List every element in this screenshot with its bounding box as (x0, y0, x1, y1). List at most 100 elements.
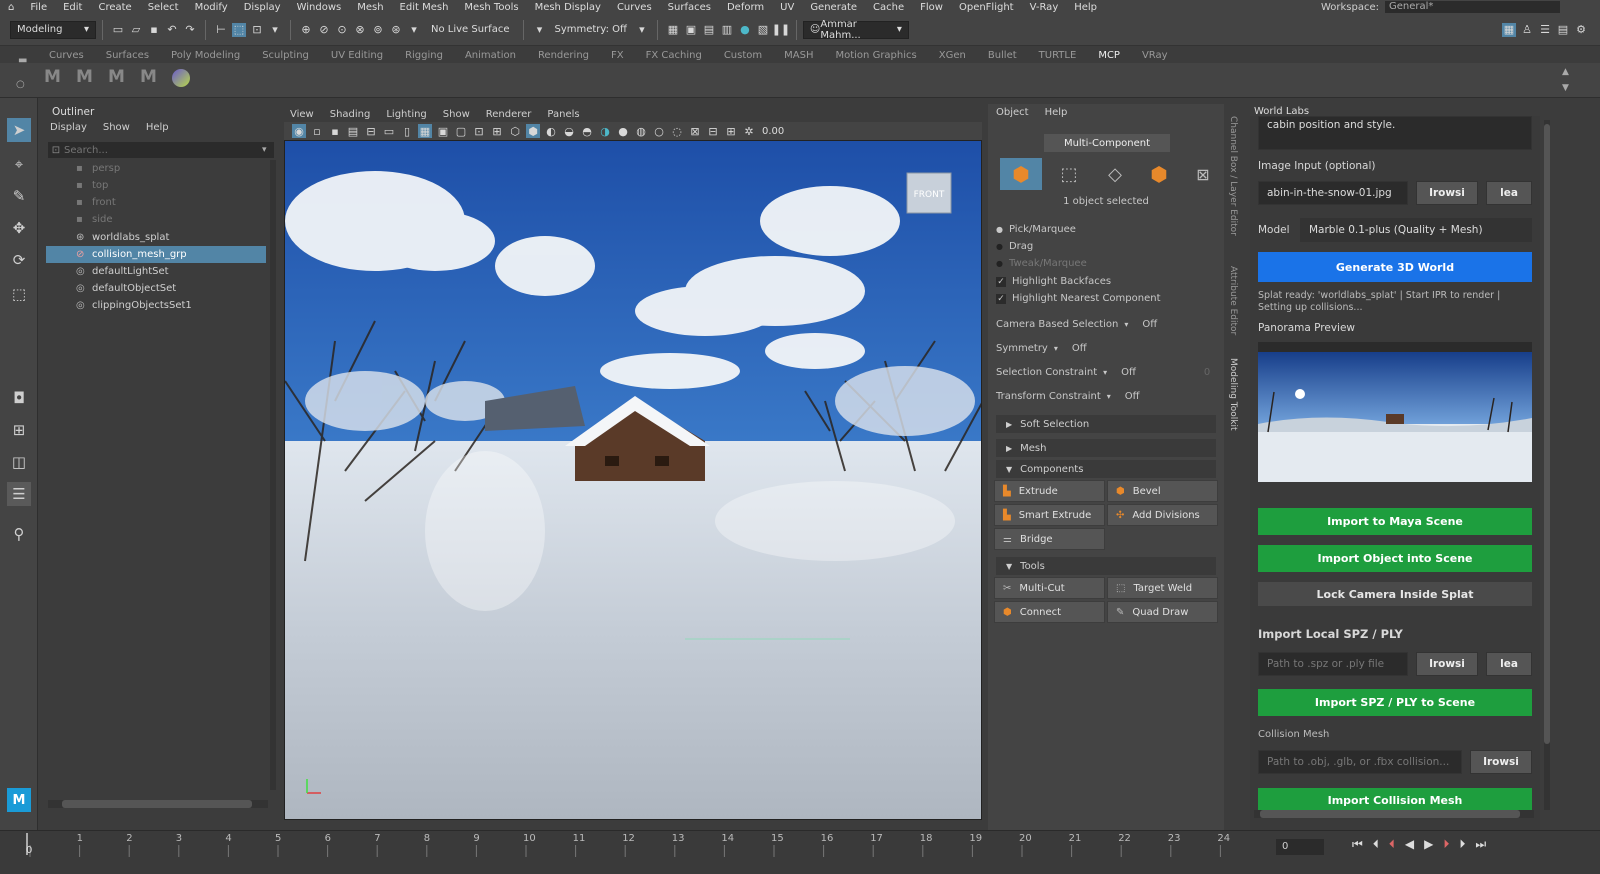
shelf-tab-uv-editing[interactable]: UV Editing (320, 50, 394, 61)
attribute-editor-tab[interactable]: Attribute Editor (1228, 266, 1238, 335)
scrollbar-thumb[interactable] (1260, 810, 1520, 818)
viewport-menu-show[interactable]: Show (443, 109, 470, 120)
outliner-menu-display[interactable]: Display (50, 122, 87, 133)
menu-vray[interactable]: V-Ray (1022, 2, 1067, 13)
outliner-item-default-object-set[interactable]: ◎ defaultObjectSet (46, 280, 266, 297)
redo-icon[interactable]: ↷ (183, 23, 197, 37)
mcp-shelf-button-1[interactable]: M (44, 67, 62, 87)
step-back-key-icon[interactable]: ⏴ (1373, 837, 1379, 852)
connect-button[interactable]: ⬢ Connect (994, 601, 1105, 623)
toolkit-menu-object[interactable]: Object (996, 107, 1029, 118)
outliner-horizontal-scrollbar[interactable] (48, 800, 268, 808)
shelf-tab-sculpting[interactable]: Sculpting (251, 50, 320, 61)
viewport-menu-lighting[interactable]: Lighting (386, 109, 426, 120)
ambient-occlusion-icon[interactable]: ● (616, 124, 630, 138)
select-object-icon[interactable]: ⬚ (232, 22, 246, 37)
chevron-down-icon[interactable]: ▾ (635, 23, 649, 37)
outliner-menu-help[interactable]: Help (146, 122, 169, 133)
menu-generate[interactable]: Generate (802, 2, 865, 13)
history-icon[interactable]: ▦ (666, 23, 680, 37)
vertex-mode-icon[interactable]: ⬚ (1048, 158, 1090, 190)
workspace-dropdown[interactable]: General* (1385, 1, 1560, 13)
import-to-maya-scene-button[interactable]: Import to Maya Scene (1258, 508, 1532, 535)
view-cube-label[interactable]: FRONT (914, 190, 945, 200)
outliner-vertical-scrollbar[interactable] (270, 160, 276, 790)
collision-browse-button[interactable]: Irowsi (1470, 750, 1532, 774)
safe-action-icon[interactable]: ⊡ (472, 124, 486, 138)
attribute-editor-icon[interactable]: ☰ (1538, 23, 1552, 37)
snap-point-icon[interactable]: ⊙ (335, 23, 349, 37)
highlight-nearest-checkbox[interactable]: ✓ Highlight Nearest Component (996, 293, 1161, 304)
outliner-item-clipping-objects-set[interactable]: ◎ clippingObjectsSet1 (46, 297, 266, 314)
shelf-tab-surfaces[interactable]: Surfaces (95, 50, 160, 61)
collision-path-field[interactable]: Path to .obj, .glb, or .fbx collision... (1258, 750, 1462, 774)
worldlabs-shelf-icon[interactable] (172, 69, 190, 87)
import-collision-mesh-button[interactable]: Import Collision Mesh (1258, 788, 1532, 812)
add-divisions-button[interactable]: ✣ Add Divisions (1107, 504, 1218, 526)
menu-help[interactable]: Help (1066, 2, 1105, 13)
menu-create[interactable]: Create (90, 2, 139, 13)
3d-viewport[interactable]: FRONT (284, 140, 982, 820)
object-mode-icon[interactable]: ⬢ (1000, 158, 1042, 190)
shelf-menu-icon[interactable]: ▬ (18, 55, 27, 66)
bookmark-icon[interactable]: ▪ (328, 124, 342, 138)
outliner-menu-show[interactable]: Show (103, 122, 130, 133)
drag-option[interactable]: ● Drag (996, 241, 1033, 252)
menu-edit-mesh[interactable]: Edit Mesh (392, 2, 457, 13)
menu-select[interactable]: Select (140, 2, 187, 13)
toolkit-menu-help[interactable]: Help (1045, 107, 1068, 118)
mcp-shelf-button-3[interactable]: M (108, 67, 126, 87)
menu-openflight[interactable]: OpenFlight (951, 2, 1022, 13)
lasso-tool-icon[interactable]: ⌖ (7, 152, 31, 176)
wireframe-on-shaded-icon[interactable]: ◐ (544, 124, 558, 138)
symmetry-row[interactable]: Symmetry ▾ Off (996, 343, 1087, 354)
menu-modify[interactable]: Modify (187, 2, 236, 13)
save-scene-icon[interactable]: ▪ (147, 23, 161, 37)
select-tool-icon[interactable]: ➤ (7, 118, 31, 142)
select-component-icon[interactable]: ⊡ (250, 23, 264, 37)
snap-vertex-icon[interactable]: ⊛ (389, 23, 403, 37)
viewport-menu-renderer[interactable]: Renderer (486, 109, 532, 120)
render-frame-icon[interactable]: ▣ (684, 23, 698, 37)
snap-grid-icon[interactable]: ⊕ (299, 23, 313, 37)
image-plane-icon[interactable]: ▤ (346, 124, 360, 138)
menu-surfaces[interactable]: Surfaces (660, 2, 719, 13)
multi-cut-button[interactable]: ✂ Multi-Cut (994, 577, 1105, 599)
render-settings-icon[interactable]: ▥ (720, 23, 734, 37)
wireframe-icon[interactable]: ⬡ (508, 124, 522, 138)
bevel-button[interactable]: ⬢ Bevel (1107, 480, 1218, 502)
isolate-select-icon[interactable]: ⊠ (688, 124, 702, 138)
shelf-scroll-down-icon[interactable]: ▼ (1562, 83, 1569, 93)
edge-mode-icon[interactable]: ◇ (1094, 158, 1136, 190)
shelf-tab-curves[interactable]: Curves (38, 50, 95, 61)
ipr-render-icon[interactable]: ▤ (702, 23, 716, 37)
camera-based-selection-row[interactable]: Camera Based Selection ▾ Off (996, 319, 1157, 330)
shelf-tab-mcp[interactable]: MCP (1087, 50, 1131, 61)
shelf-tab-turtle[interactable]: TURTLE (1028, 50, 1088, 61)
import-object-into-scene-button[interactable]: Import Object into Scene (1258, 545, 1532, 572)
menu-mesh-display[interactable]: Mesh Display (527, 2, 609, 13)
menu-flow[interactable]: Flow (912, 2, 951, 13)
channel-box-icon[interactable]: ▤ (1556, 23, 1570, 37)
face-mode-icon[interactable]: ⬢ (1138, 158, 1180, 190)
tools-section[interactable]: ▼ Tools (996, 557, 1216, 575)
outliner-search-input[interactable] (64, 144, 262, 156)
play-backwards-icon[interactable]: ◀ (1405, 837, 1414, 852)
outliner-layout-icon[interactable]: ☰ (7, 482, 31, 506)
outliner-item-persp[interactable]: ▪ persp (46, 160, 266, 177)
depth-of-field-icon[interactable]: ◌ (670, 124, 684, 138)
soft-selection-section[interactable]: ▶ Soft Selection (996, 415, 1216, 433)
camera-lock-icon[interactable]: ⊟ (364, 124, 378, 138)
select-hierarchy-icon[interactable]: ⊢ (214, 23, 228, 37)
prompt-textarea[interactable]: cabin position and style. (1258, 116, 1532, 150)
shelf-tab-fx[interactable]: FX (600, 50, 635, 61)
shelf-tab-xgen[interactable]: XGen (928, 50, 977, 61)
live-surface-label[interactable]: No Live Surface (431, 24, 509, 35)
menu-curves[interactable]: Curves (609, 2, 660, 13)
shelf-tab-animation[interactable]: Animation (454, 50, 527, 61)
film-gate-icon[interactable]: ▭ (382, 124, 396, 138)
hypershade-icon[interactable]: ● (738, 23, 752, 37)
components-section[interactable]: ▼ Components (996, 460, 1216, 478)
tweak-marquee-option[interactable]: ● Tweak/Marquee (996, 258, 1087, 269)
spz-browse-button[interactable]: Irowsi (1416, 652, 1478, 676)
